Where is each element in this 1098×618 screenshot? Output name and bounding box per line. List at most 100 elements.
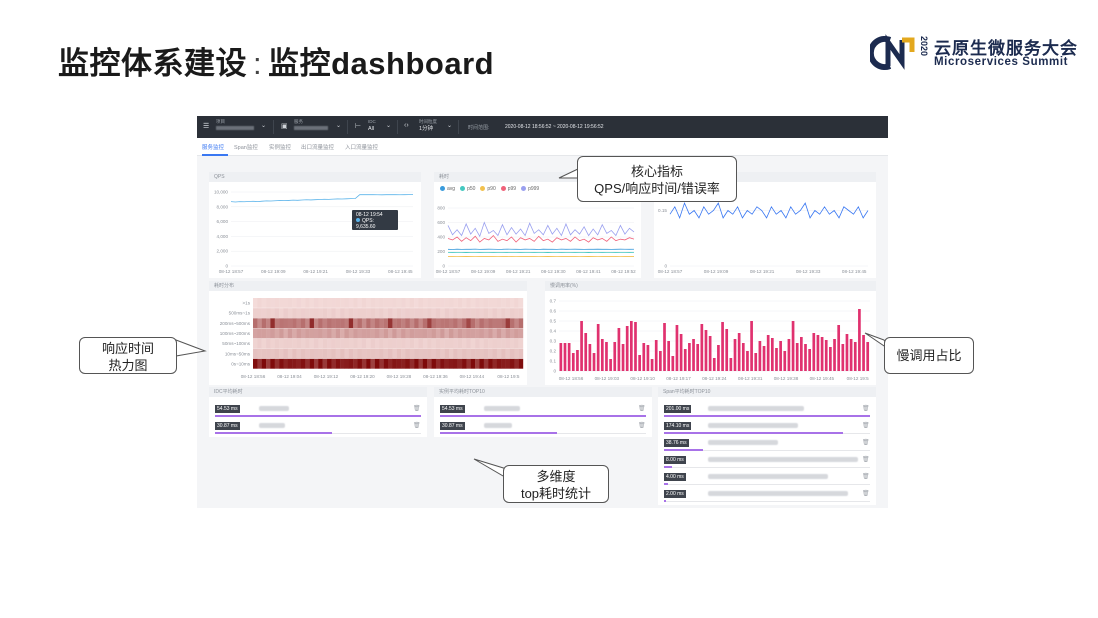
list-item[interactable]: 174.10 ms 🗑 [664, 422, 870, 434]
heatmap-cell [270, 298, 275, 308]
service-selector[interactable]: 服务 [294, 119, 328, 135]
heatmap-cell [300, 328, 306, 339]
idc-selector[interactable]: IDC All [368, 119, 376, 135]
heatmap-cell [379, 338, 384, 349]
heatmap-cell [292, 308, 297, 318]
heatmap-cell [366, 318, 371, 329]
tab-egress-monitor[interactable]: 出口流量监控 [301, 143, 334, 151]
heatmap-cell [405, 318, 410, 329]
chevron-down-icon[interactable]: ⌄ [447, 122, 452, 129]
list-item[interactable]: 201.00 ms 🗑 [664, 405, 870, 417]
project-selector[interactable]: 项目 [216, 119, 254, 135]
heatmap-cell [331, 308, 336, 318]
delete-icon[interactable]: 🗑 [862, 439, 870, 446]
heatmap-cell [518, 328, 524, 339]
x-tick-label: 08-12 19:45 [842, 269, 867, 274]
slow-call-bar [571, 353, 575, 371]
y-tick-label: 0 [553, 369, 556, 374]
granularity-selector[interactable]: 时间粒度 1分钟 [419, 119, 437, 135]
heatmap-cell [462, 348, 467, 359]
slow-call-bar [746, 351, 749, 371]
heatmap-cell [405, 358, 410, 369]
heatmap-cell [431, 328, 437, 339]
tab-instance-monitor[interactable]: 实例监控 [269, 143, 291, 151]
heatmap-cell [318, 328, 323, 339]
heatmap-cell [340, 358, 345, 369]
heatmap-cell [444, 358, 450, 369]
heatmap-cell [261, 328, 267, 339]
delete-icon[interactable]: 🗑 [638, 422, 646, 429]
slow-call-bar [646, 345, 650, 371]
heatmap-cell [331, 358, 336, 369]
tab-service-monitor[interactable]: 服务监控 [202, 143, 224, 151]
list-item[interactable]: 54.53 ms 🗑 [440, 405, 646, 417]
heatmap-cell [318, 338, 323, 349]
latency-badge: 38.76 ms [664, 439, 689, 447]
chevron-down-icon[interactable]: ⌄ [386, 122, 391, 129]
heatmap-cell [279, 338, 284, 349]
delete-icon[interactable]: 🗑 [862, 422, 870, 429]
progress-track [664, 501, 870, 502]
x-tick-label: 08-12 18:56 [559, 376, 584, 381]
time-range-value[interactable]: 2020-08-12 18:56:52 ~ 2020-08-12 19:56:5… [505, 124, 604, 130]
slow-call-bar [824, 340, 828, 371]
heatmap-cell [505, 308, 511, 318]
heatmap-cell [374, 318, 380, 329]
heatmap-cell [292, 348, 297, 359]
heatmap-cell [483, 358, 489, 369]
delete-icon[interactable]: 🗑 [413, 422, 421, 429]
heatmap-cell [361, 348, 367, 359]
heatmap-cell [327, 328, 332, 339]
heatmap-cell [322, 298, 328, 308]
heatmap-cell [292, 338, 297, 349]
heatmap-cell [518, 338, 524, 349]
heatmap-callout-line1: 响应时间 [101, 341, 154, 356]
tab-ingress-monitor[interactable]: 入口流量监控 [345, 143, 378, 151]
heatmap-cell [287, 338, 293, 349]
service-value [294, 125, 328, 133]
heatmap-cell [409, 318, 415, 329]
heatmap-cell [296, 348, 302, 359]
list-item[interactable]: 2.00 ms 🗑 [664, 490, 870, 502]
heatmap-cell [392, 358, 397, 369]
x-tick-label: 08-12 19:21 [506, 269, 531, 274]
list-item[interactable]: 30.87 ms 🗑 [440, 422, 646, 434]
heatmap-cell [488, 348, 493, 359]
delete-icon[interactable]: 🗑 [862, 456, 870, 463]
x-tick-label: 08-12 19:28 [387, 374, 412, 379]
heatmap-cell [435, 348, 441, 359]
delete-icon[interactable]: 🗑 [413, 405, 421, 412]
list-item[interactable]: 38.76 ms 🗑 [664, 439, 870, 451]
slow-call-bar [659, 351, 662, 371]
heatmap-cell [344, 308, 350, 318]
x-tick-label: 08-12 19:31 [738, 376, 763, 381]
delete-icon[interactable]: 🗑 [862, 473, 870, 480]
heatmap-cell [466, 328, 471, 339]
heatmap-cell [448, 348, 454, 359]
heatmap-cell [283, 298, 289, 308]
list-item[interactable]: 54.53 ms 🗑 [215, 405, 421, 417]
heatmap-cell [505, 358, 511, 369]
heatmap-cell [388, 328, 393, 339]
heatmap-cell [279, 328, 284, 339]
heatmap-cell [431, 358, 437, 369]
chevron-down-icon[interactable]: ⌄ [336, 122, 341, 129]
y-tick-label: 100ms~200ms [220, 331, 251, 336]
heatmap-cell [340, 298, 345, 308]
slow-call-bar [804, 344, 807, 371]
heatmap-cell [344, 328, 350, 339]
heatmap-cell [492, 358, 498, 369]
heatmap-cell [409, 298, 415, 308]
heatmap-cell [279, 318, 284, 329]
progress-bar [664, 449, 704, 451]
list-item[interactable]: 4.00 ms 🗑 [664, 473, 870, 485]
heatmap-cell [392, 338, 397, 349]
list-item[interactable]: 30.87 ms 🗑 [215, 422, 421, 434]
heatmap-cell [431, 298, 437, 308]
delete-icon[interactable]: 🗑 [862, 490, 870, 497]
delete-icon[interactable]: 🗑 [862, 405, 870, 412]
list-item[interactable]: 8.00 ms 🗑 [664, 456, 870, 468]
tab-span-monitor[interactable]: Span监控 [234, 143, 258, 151]
chevron-down-icon[interactable]: ⌄ [261, 122, 266, 129]
delete-icon[interactable]: 🗑 [638, 405, 646, 412]
